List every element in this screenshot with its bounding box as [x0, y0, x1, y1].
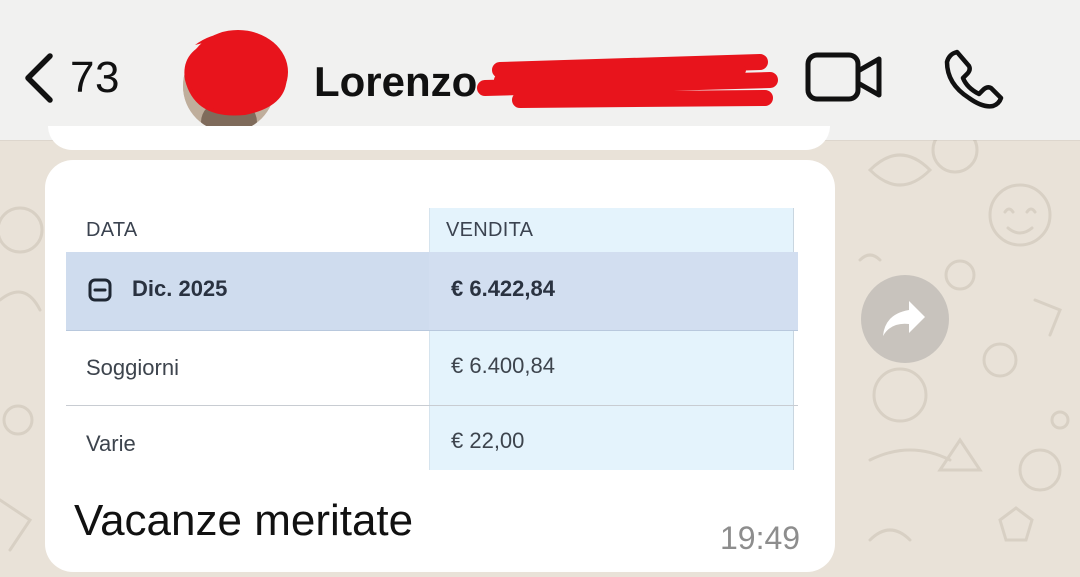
video-camera-icon[interactable]	[805, 52, 883, 104]
row-label: Soggiorni	[86, 355, 179, 380]
forward-button[interactable]	[861, 275, 949, 363]
minus-square-icon	[88, 278, 112, 302]
table-row: Soggiorni € 6.400,84	[66, 330, 798, 406]
row-value: € 6.400,84	[451, 353, 555, 378]
chat-header: 73 Lorenzo	[0, 0, 1080, 140]
table-group-row: Dic. 2025 € 6.422,84	[66, 252, 798, 331]
group-row-label: Dic. 2025	[132, 276, 228, 301]
message-timestamp: 19:49	[720, 520, 801, 556]
message-caption: Vacanze meritate	[74, 496, 414, 545]
phone-icon[interactable]	[943, 48, 1005, 110]
row-value: € 22,00	[451, 428, 525, 453]
group-row-value: € 6.422,84	[451, 276, 555, 301]
column-header-data: DATA	[86, 219, 138, 241]
row-label: Varie	[86, 431, 136, 456]
table-screenshot-image[interactable]: DATA VENDITA Dic. 2025 € 6.422,84 Soggio…	[66, 208, 798, 472]
previous-message-bubble	[48, 126, 830, 150]
column-header-vendita: VENDITA	[446, 219, 534, 241]
redaction-scribble-surname	[477, 54, 778, 108]
table-row: Varie € 22,00	[66, 406, 798, 482]
forward-arrow-icon	[883, 301, 925, 336]
message-bubble[interactable]: DATA VENDITA Dic. 2025 € 6.422,84 Soggio…	[45, 160, 835, 572]
